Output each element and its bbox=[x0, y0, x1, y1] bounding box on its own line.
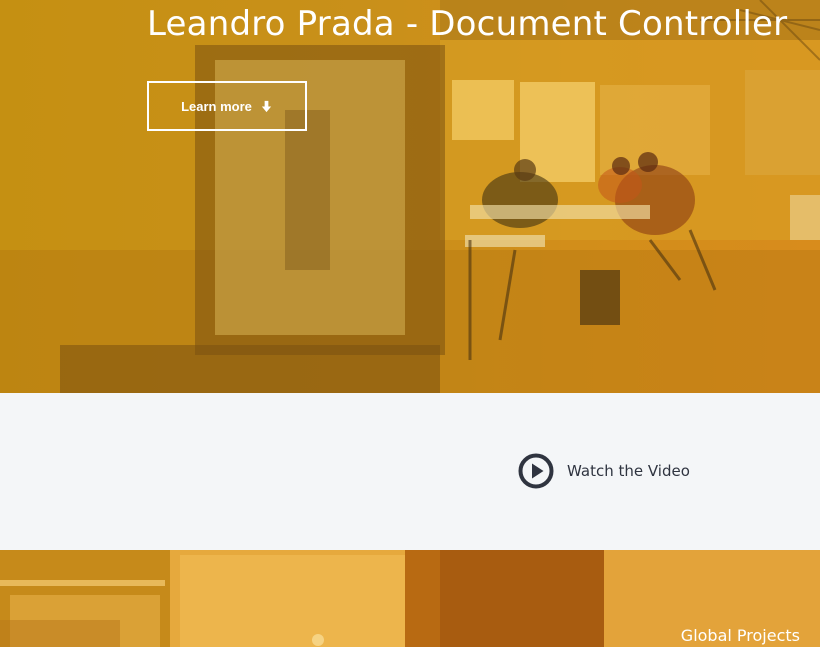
hero-section: Leandro Prada - Document Controller Lear… bbox=[0, 0, 820, 393]
hero-title: Leandro Prada - Document Controller bbox=[147, 4, 788, 44]
video-section: Watch the Video bbox=[0, 393, 820, 550]
projects-section: Global Projects bbox=[0, 550, 820, 647]
projects-background-photo bbox=[0, 550, 604, 647]
hero-background-photo bbox=[0, 0, 820, 393]
watch-video-label: Watch the Video bbox=[567, 462, 690, 480]
global-projects-label: Global Projects bbox=[680, 626, 800, 645]
global-projects-panel[interactable]: Global Projects bbox=[604, 550, 820, 647]
watch-video-link[interactable]: Watch the Video bbox=[518, 453, 690, 489]
learn-more-button[interactable]: Learn more bbox=[147, 81, 307, 131]
play-circle-icon bbox=[518, 453, 554, 489]
arrow-down-icon bbox=[261, 100, 272, 112]
learn-more-label: Learn more bbox=[181, 98, 252, 114]
